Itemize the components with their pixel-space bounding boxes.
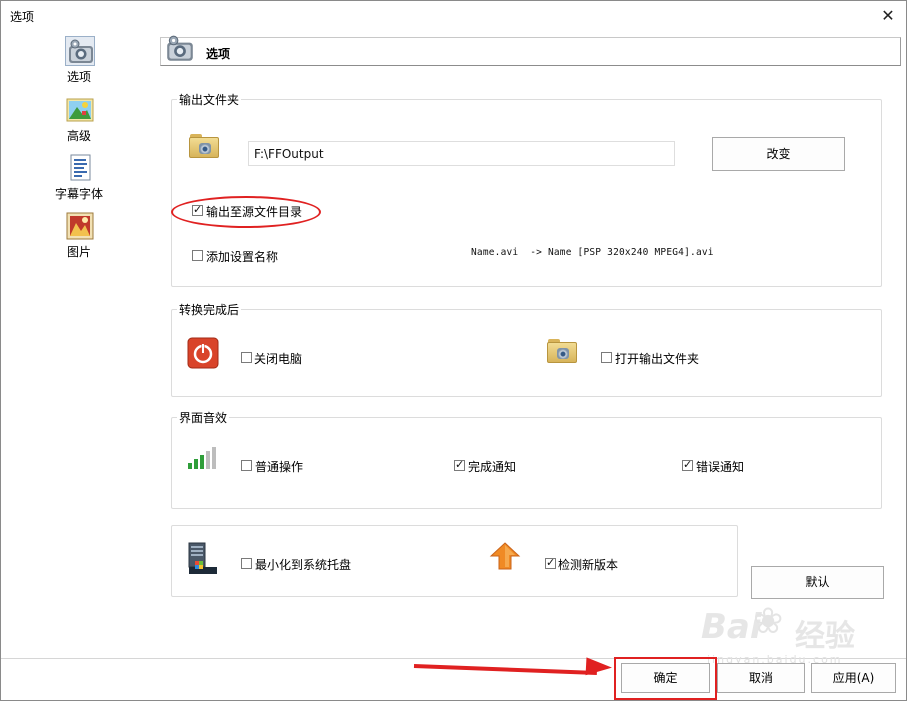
picture-icon — [65, 211, 95, 241]
shutdown-checkbox[interactable] — [241, 352, 252, 363]
options-dialog: 选项 ✕ 选项 高级 字幕字体 图片 选项 输出文件夹 F:\FFOutput … — [0, 0, 907, 701]
output-path-input[interactable] — [248, 141, 675, 166]
folder-icon — [189, 134, 219, 158]
output-folder-group-title: 输出文件夹 — [177, 91, 242, 108]
add-setting-name-label: 添加设置名称 — [206, 250, 279, 264]
minimize-tray-label: 最小化到系统托盘 — [255, 558, 352, 572]
options-icon — [164, 33, 196, 65]
power-icon — [187, 337, 219, 369]
check-update-checkbox[interactable] — [545, 556, 556, 569]
apply-button[interactable]: 应用(A) — [811, 663, 896, 693]
sidebar-item-label: 字幕字体 — [54, 187, 103, 201]
section-title: 选项 — [206, 47, 231, 61]
check-update-label: 检测新版本 — [558, 558, 619, 572]
error-notify-label: 错误通知 — [696, 460, 745, 474]
section-header: 选项 — [160, 35, 901, 66]
add-setting-name-checkbox[interactable] — [192, 250, 203, 261]
footer-divider — [1, 658, 906, 659]
sidebar-item-label: 图片 — [66, 245, 91, 259]
annotation-arrow-icon — [585, 657, 613, 677]
normal-operation-checkbox[interactable] — [241, 460, 252, 471]
normal-operation-label: 普通操作 — [255, 460, 304, 474]
close-button[interactable]: ✕ — [875, 4, 901, 28]
sidebar-item-options[interactable]: 选项 — [41, 36, 117, 92]
advanced-icon — [65, 95, 95, 125]
subtitle-font-icon — [65, 153, 95, 183]
watermark-brand-cn: 经验 — [795, 619, 855, 654]
output-to-source-checkbox[interactable] — [192, 203, 203, 216]
ok-button[interactable]: 确定 — [621, 663, 710, 693]
minimize-tray-checkbox[interactable] — [241, 558, 252, 569]
open-output-folder-checkbox[interactable] — [601, 352, 612, 363]
name-preview: Name.avi -> Name [PSP 320x240 MPEG4].avi — [471, 247, 714, 258]
annotation-arrow-line — [413, 664, 597, 676]
sidebar-item-subtitle-font[interactable]: 字幕字体 — [41, 153, 117, 209]
sidebar-item-picture[interactable]: 图片 — [41, 211, 117, 267]
tray-icon — [187, 541, 219, 575]
sound-group-title: 界面音效 — [177, 409, 230, 426]
upload-arrow-icon — [489, 541, 521, 571]
watermark: Bai ❀ 经验 jingyan.baidu.com — [701, 601, 901, 671]
sidebar-item-label: 选项 — [66, 70, 91, 84]
done-notify-checkbox[interactable] — [454, 458, 465, 471]
window-title: 选项 — [10, 10, 35, 24]
volume-bars-icon — [187, 445, 219, 471]
watermark-brand: Bai — [701, 607, 762, 647]
output-to-source-label: 输出至源文件目录 — [206, 205, 303, 219]
open-output-folder-label: 打开输出文件夹 — [615, 352, 700, 366]
options-icon — [65, 36, 95, 66]
shutdown-label: 关闭电脑 — [254, 352, 303, 366]
open-folder-icon — [547, 339, 577, 363]
done-notify-label: 完成通知 — [468, 460, 517, 474]
title-bar: 选项 ✕ — [1, 1, 906, 31]
sidebar-item-advanced[interactable]: 高级 — [41, 95, 117, 151]
after-convert-group-title: 转换完成后 — [177, 301, 242, 318]
default-button[interactable]: 默认 — [751, 566, 884, 599]
change-button[interactable]: 改变 — [712, 137, 845, 171]
paw-icon: ❀ — [753, 601, 784, 642]
cancel-button[interactable]: 取消 — [717, 663, 805, 693]
error-notify-checkbox[interactable] — [682, 458, 693, 471]
sidebar-item-label: 高级 — [66, 129, 91, 143]
